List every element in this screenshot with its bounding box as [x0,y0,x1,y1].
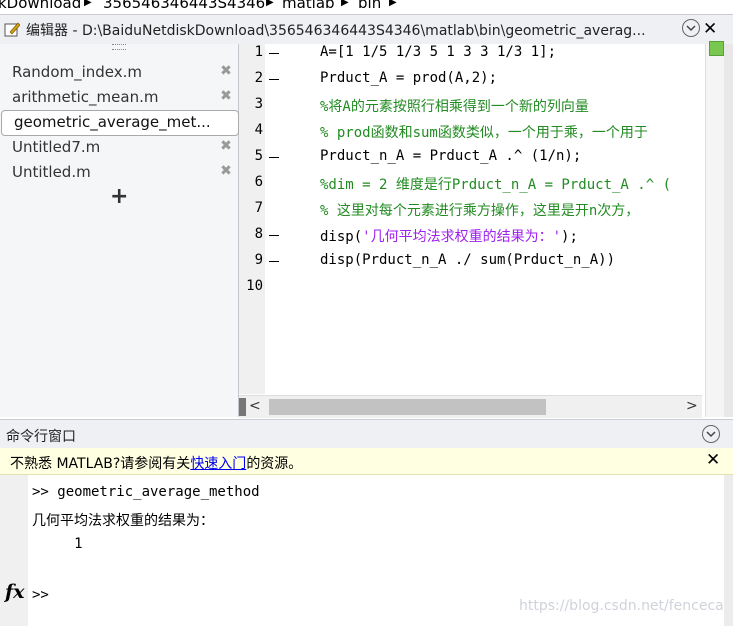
editor-actions-dropdown[interactable] [682,19,700,37]
code-editor[interactable]: < > 1 A=[1 1/5 1/3 5 1 3 3 1/3 1]; 2 Prduct… [239,41,725,418]
line-number: 1 [254,44,263,60]
breadcrumb-separator-icon: ▶ [266,0,274,8]
breakpoint-column[interactable] [265,44,284,394]
file-tab[interactable]: Untitled.m ✖ [0,161,238,185]
info-text-post: 的资源。 [246,456,303,472]
file-tab-label: arithmetic_mean.m [12,88,159,106]
scroll-right-icon[interactable]: > [686,398,698,414]
executable-line-marker[interactable] [269,53,279,54]
panel-grip-handle[interactable] [112,44,126,50]
line-number: 7 [254,200,263,216]
close-tab-icon[interactable]: ✖ [219,89,233,103]
code-analyzer-status-icon[interactable] [709,41,724,56]
info-message: 不熟悉 MATLAB?请参阅有关快速入门的资源。 [10,453,302,473]
breadcrumb-item[interactable]: kDownload [0,0,81,12]
close-info-button[interactable]: ✕ [706,450,720,470]
scroll-left-icon[interactable]: < [249,398,261,414]
breadcrumb: kDownload ▶ 356546346443S4346 ▶ matlab ▶… [0,0,733,12]
window-edge [724,475,733,626]
breadcrumb-item[interactable]: matlab [282,0,335,12]
code-line[interactable]: Prduct_n_A = Prduct_A .^ (1/n); [320,148,581,164]
code-comment-line[interactable]: % prod函数和sum函数类似，一个用于乘，一个用于 [320,122,648,142]
line-number: 8 [254,226,263,242]
breadcrumb-item[interactable]: 356546346443S4346 [103,0,265,12]
close-tab-icon[interactable]: ✖ [219,139,233,153]
add-tab-button[interactable]: + [110,184,128,209]
code-comment-line[interactable]: %dim = 2 维度是行Prduct_n_A = Prduct_A .^ ( [320,174,671,194]
line-number: 10 [246,278,263,294]
code-token: disp( [320,229,363,245]
breadcrumb-separator-icon: ▶ [84,0,92,8]
command-window[interactable]: >> geometric_average_method 几何平均法求权重的结果为… [0,475,733,626]
line-number: 4 [254,122,263,138]
chevron-down-icon [706,431,716,438]
command-gutter [0,475,28,626]
breadcrumb-item[interactable]: bin [358,0,381,12]
line-number: 2 [254,70,263,86]
command-prompt[interactable]: >> [32,587,49,603]
file-tab-active[interactable]: geometric_average_met... [1,110,239,136]
info-text-pre: 不熟悉 MATLAB?请参阅有关 [10,456,191,472]
quick-start-link[interactable]: 快速入门 [190,456,246,472]
horizontal-scrollbar[interactable]: < > [239,395,702,418]
code-token: ); [561,229,578,245]
code-line[interactable]: A=[1 1/5 1/3 5 1 3 3 1/3 1]; [320,44,556,60]
close-tab-icon[interactable]: ✖ [219,64,233,78]
editor-titlebar: 编辑器 - D:\BaiduNetdiskDownload\3565463464… [0,14,733,45]
command-output-value: 1 [32,536,83,552]
code-string-literal: '几何平均法求权重的结果为：' [362,229,562,245]
close-tab-icon[interactable]: ✖ [219,164,233,178]
breadcrumb-separator-icon: ▶ [389,0,397,8]
executable-line-marker[interactable] [269,235,279,236]
breadcrumb-separator-icon: ▶ [341,0,349,8]
info-bar: 不熟悉 MATLAB?请参阅有关快速入门的资源。 ✕ [0,448,733,475]
command-window-actions-dropdown[interactable] [702,425,720,443]
code-comment-line[interactable]: % 这里对每个元素进行乘方操作，这里是开n次方， [320,200,639,220]
code-line[interactable]: disp(Prduct_n_A ./ sum(Prduct_n_A)) [320,252,615,268]
scrollbar-thumb[interactable] [269,399,546,415]
file-tab-label: Untitled.m [12,163,91,181]
editor-title: 编辑器 - D:\BaiduNetdiskDownload\3565463464… [26,23,646,39]
line-number: 3 [254,96,263,112]
function-browser-icon[interactable]: fx [5,581,25,603]
close-editor-button[interactable]: ✕ [703,19,717,39]
command-history-line: >> geometric_average_method [32,484,260,500]
file-tab[interactable]: Random_index.m ✖ [0,61,238,85]
scroll-divider [239,398,246,416]
file-tab-label: Untitled7.m [12,138,101,156]
command-window-header: 命令行窗口 [0,419,733,450]
executable-line-marker[interactable] [269,261,279,262]
executable-line-marker[interactable] [269,79,279,80]
file-tab-label: Random_index.m [12,63,143,81]
file-tab[interactable]: Untitled7.m ✖ [0,136,238,160]
executable-line-marker[interactable] [269,157,279,158]
code-comment-line[interactable]: %将A的元素按照行相乘得到一个新的列向量 [320,96,589,116]
file-tab[interactable]: arithmetic_mean.m ✖ [0,86,238,110]
window-edge [724,44,733,417]
code-line[interactable]: disp('几何平均法求权重的结果为：'); [320,226,578,246]
vertical-scrollbar[interactable] [705,41,725,417]
command-window-title: 命令行窗口 [6,429,76,445]
chevron-down-icon [686,25,696,32]
watermark: https://blog.csdn.net/fencecat [519,598,730,614]
pencil-icon [4,22,20,37]
file-tab-label: geometric_average_met... [14,113,211,131]
line-number: 6 [254,174,263,190]
code-line[interactable]: Prduct_A = prod(A,2); [320,70,497,86]
file-tab-panel: Random_index.m ✖ arithmetic_mean.m ✖ geo… [0,44,239,417]
line-number: 9 [254,252,263,268]
line-number: 5 [254,148,263,164]
command-output-line: 几何平均法求权重的结果为： [32,513,214,529]
